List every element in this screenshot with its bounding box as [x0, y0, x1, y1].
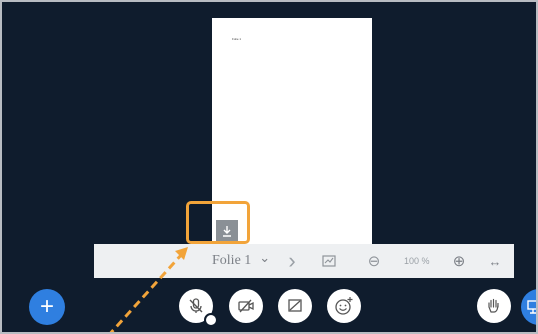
- screen-share-off-icon: [288, 299, 302, 312]
- next-slide-button[interactable]: ›: [284, 244, 300, 278]
- raise-hand-icon: [488, 298, 499, 313]
- camera-button[interactable]: [229, 289, 263, 323]
- zoom-out-button[interactable]: ⊖: [366, 244, 382, 278]
- whiteboard-button[interactable]: [320, 244, 338, 278]
- screen-share-button[interactable]: [278, 289, 312, 323]
- actions-button[interactable]: +: [29, 289, 65, 325]
- slide-selector[interactable]: Folie 1 ⌄: [212, 244, 270, 278]
- zoom-out-icon: ⊖: [367, 253, 381, 270]
- download-highlight: [186, 201, 250, 244]
- audio-settings-dot[interactable]: [204, 313, 218, 327]
- mic-muted-icon: [189, 298, 203, 313]
- zoom-in-icon: ⊕: [452, 253, 466, 270]
- slide-selector-label: Folie 1: [212, 253, 252, 268]
- camera-off-icon: [238, 299, 254, 313]
- reactions-button[interactable]: [327, 289, 361, 323]
- presentation-icon: [527, 300, 536, 314]
- presentation-toolbar: Folie 1 ⌄ › ⊖ 100 % ⊕ ↔: [94, 244, 514, 278]
- raise-hand-button[interactable]: [477, 289, 511, 323]
- meeting-window: Folie 1 Folie 1 ⌄ › ⊖ 100 % ⊕ ↔ +: [0, 0, 538, 334]
- slide-text: Folie 1: [232, 37, 242, 41]
- emoji-icon: [335, 297, 353, 315]
- chevron-right-icon: ›: [288, 248, 296, 273]
- zoom-in-button[interactable]: ⊕: [451, 244, 467, 278]
- fit-width-icon: ↔: [488, 253, 502, 269]
- plus-icon: +: [39, 293, 54, 320]
- zoom-value: 100 %: [404, 256, 430, 266]
- fit-width-button[interactable]: ↔: [487, 244, 503, 278]
- chevron-down-icon: ⌄: [259, 250, 271, 265]
- presentation-button[interactable]: [521, 289, 536, 325]
- whiteboard-icon: [322, 255, 336, 267]
